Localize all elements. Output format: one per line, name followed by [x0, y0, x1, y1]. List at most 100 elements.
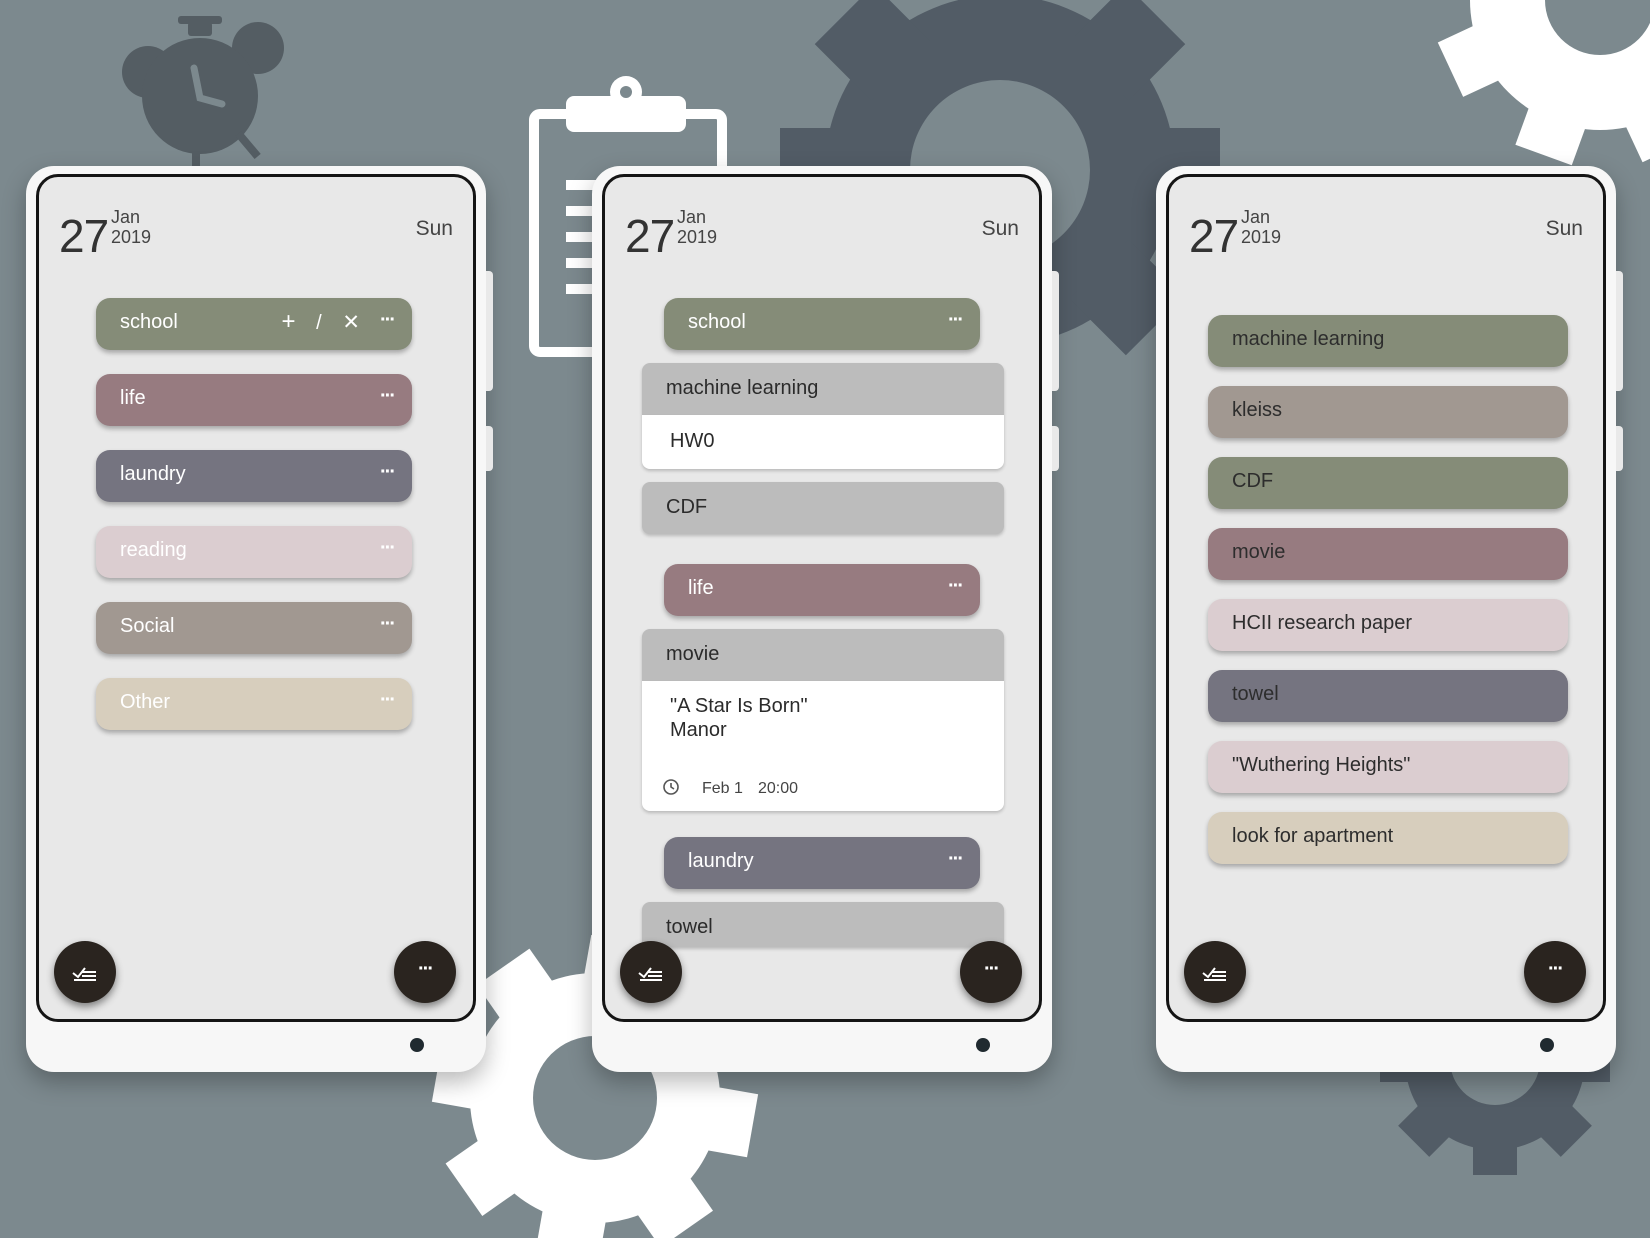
day-number: 27	[625, 210, 675, 262]
task-label: look for apartment	[1232, 825, 1394, 847]
task-title: movie	[666, 643, 720, 665]
checklist-icon	[638, 967, 662, 981]
more-horiz-icon: ···	[418, 958, 434, 980]
weekday-label: Sun	[415, 217, 453, 240]
task-label: kleiss	[1232, 399, 1283, 421]
date-header: 27 Jan 2019 Sun	[59, 205, 453, 262]
task-note-line: "A Star Is Born"	[670, 695, 808, 717]
task-card-cdf[interactable]: CDF	[642, 482, 1004, 534]
more-horiz-icon[interactable]: ···	[380, 461, 396, 484]
list-label: Other	[120, 691, 171, 713]
list-label: reading	[120, 539, 187, 561]
task-pill[interactable]: movie	[1208, 528, 1568, 580]
more-horiz-icon: ···	[984, 958, 1000, 980]
task-label: CDF	[1232, 470, 1274, 492]
task-card-towel[interactable]: towel	[642, 902, 1004, 947]
task-pill[interactable]: CDF	[1208, 457, 1568, 509]
task-label: HCII research paper	[1232, 612, 1413, 634]
reminder-time: 20:00	[758, 780, 799, 797]
year-label: 2019	[677, 227, 718, 247]
task-note: HW0	[670, 430, 715, 452]
weekday-label: Sun	[1545, 217, 1583, 240]
group-label: school	[688, 311, 746, 333]
group-pill-life[interactable]: life ···	[664, 564, 980, 616]
alarm-clock-icon	[122, 16, 284, 178]
task-card-header[interactable]: machine learning	[642, 363, 1004, 415]
list-pill-laundry[interactable]: laundry ···	[96, 450, 412, 502]
checklist-icon	[1202, 967, 1226, 981]
list-pill-social[interactable]: Social ···	[96, 602, 412, 654]
list-label: laundry	[120, 463, 186, 485]
task-label: machine learning	[1232, 328, 1385, 350]
list-tools: + / ✕	[267, 308, 360, 336]
phone-screen: 27 Jan 2019 Sun school + / ✕ ··· life ··…	[36, 174, 476, 1022]
checklist-button[interactable]	[620, 941, 682, 1003]
task-card-body[interactable]: HW0	[642, 415, 1004, 469]
date-header: 27 Jan 2019 Sun	[1189, 205, 1583, 262]
task-label: "Wuthering Heights"	[1232, 754, 1411, 776]
camera-dot	[976, 1038, 990, 1052]
date-header: 27 Jan 2019 Sun	[625, 205, 1019, 262]
year-label: 2019	[1241, 227, 1282, 247]
task-title: CDF	[666, 496, 708, 518]
task-label: movie	[1232, 541, 1286, 563]
task-card-header[interactable]: movie	[642, 629, 1004, 681]
clock-icon	[663, 779, 679, 795]
more-horiz-icon[interactable]: ···	[380, 385, 396, 408]
more-menu-button[interactable]: ···	[960, 941, 1022, 1003]
checklist-icon	[72, 967, 96, 981]
group-label: laundry	[688, 850, 754, 872]
gear-icon	[1437, 0, 1650, 166]
checklist-button[interactable]	[54, 941, 116, 1003]
more-horiz-icon[interactable]: ···	[380, 613, 396, 636]
list-pill-reading[interactable]: reading ···	[96, 526, 412, 578]
camera-dot	[1540, 1038, 1554, 1052]
month-label: Jan	[677, 207, 707, 227]
day-number: 27	[1189, 210, 1239, 262]
group-label: life	[688, 577, 714, 599]
more-horiz-icon[interactable]: ···	[948, 848, 964, 871]
phone-grouped-tasks: 27 Jan 2019 Sun school ··· machine learn…	[592, 166, 1059, 1072]
phone-screen: 27 Jan 2019 Sun school ··· machine learn…	[602, 174, 1042, 1022]
task-pill[interactable]: towel	[1208, 670, 1568, 722]
phone-screen: 27 Jan 2019 Sun machine learning kleiss …	[1166, 174, 1606, 1022]
list-label: life	[120, 387, 146, 409]
task-label: towel	[1232, 683, 1279, 705]
more-horiz-icon[interactable]: ···	[948, 575, 964, 598]
reminder-date: Feb 1	[702, 780, 743, 797]
group-pill-school[interactable]: school ···	[664, 298, 980, 350]
list-pill-school[interactable]: school + / ✕ ···	[96, 298, 412, 350]
more-menu-button[interactable]: ···	[1524, 941, 1586, 1003]
add-icon[interactable]: +	[281, 308, 295, 335]
edit-icon[interactable]: /	[316, 312, 322, 334]
task-pill[interactable]: look for apartment	[1208, 812, 1568, 864]
more-menu-button[interactable]: ···	[394, 941, 456, 1003]
task-card-body[interactable]: "A Star Is Born" Manor Feb 1 20:00	[642, 681, 1004, 811]
list-pill-life[interactable]: life ···	[96, 374, 412, 426]
month-label: Jan	[1241, 207, 1271, 227]
checklist-button[interactable]	[1184, 941, 1246, 1003]
task-pill[interactable]: machine learning	[1208, 315, 1568, 367]
more-horiz-icon[interactable]: ···	[380, 689, 396, 712]
more-horiz-icon[interactable]: ···	[380, 537, 396, 560]
weekday-label: Sun	[981, 217, 1019, 240]
list-pill-other[interactable]: Other ···	[96, 678, 412, 730]
task-pill[interactable]: "Wuthering Heights"	[1208, 741, 1568, 793]
camera-dot	[410, 1038, 424, 1052]
more-horiz-icon[interactable]: ···	[380, 309, 396, 332]
close-icon[interactable]: ✕	[342, 311, 360, 334]
phone-list-overview: 27 Jan 2019 Sun school + / ✕ ··· life ··…	[26, 166, 493, 1072]
day-number: 27	[59, 210, 109, 262]
month-label: Jan	[111, 207, 141, 227]
list-label: Social	[120, 615, 175, 637]
list-label: school	[120, 311, 178, 333]
more-horiz-icon: ···	[1548, 958, 1564, 980]
year-label: 2019	[111, 227, 152, 247]
task-pill[interactable]: HCII research paper	[1208, 599, 1568, 651]
phone-all-tasks: 27 Jan 2019 Sun machine learning kleiss …	[1156, 166, 1623, 1072]
task-title: towel	[666, 916, 713, 938]
more-horiz-icon[interactable]: ···	[948, 309, 964, 332]
task-title: machine learning	[666, 377, 819, 399]
task-pill[interactable]: kleiss	[1208, 386, 1568, 438]
group-pill-laundry[interactable]: laundry ···	[664, 837, 980, 889]
